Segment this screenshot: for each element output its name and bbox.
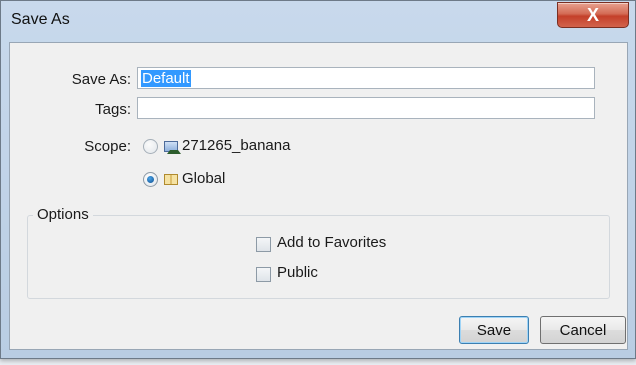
scope-radio-project[interactable] [143, 139, 158, 154]
public-checkbox[interactable] [256, 267, 271, 282]
scope-option-project-label: 271265_banana [182, 137, 291, 154]
scope-option-global-label: Global [182, 170, 226, 187]
save-as-label: Save As: [71, 71, 131, 88]
title-bar[interactable]: Save As X [1, 1, 635, 35]
close-icon: X [586, 4, 599, 25]
add-to-favorites-checkbox[interactable] [256, 237, 271, 252]
cancel-button[interactable]: Cancel [540, 316, 626, 344]
tags-input[interactable] [138, 98, 594, 118]
dialog-title: Save As [11, 11, 70, 28]
image-icon [164, 141, 181, 154]
scope-radio-global[interactable] [143, 172, 158, 187]
book-icon [164, 174, 178, 185]
options-group [27, 215, 610, 299]
save-as-dialog: Save As X Save As: Default Tags: Scope: … [0, 0, 636, 359]
options-legend: Options [33, 206, 93, 223]
save-as-field[interactable]: Default [137, 67, 595, 89]
tags-label: Tags: [95, 101, 131, 118]
tags-field[interactable] [137, 97, 595, 119]
close-button[interactable]: X [557, 2, 629, 28]
save-button[interactable]: Save [459, 316, 529, 344]
public-label: Public [277, 264, 318, 281]
add-to-favorites-label: Add to Favorites [277, 234, 387, 251]
scope-label: Scope: [84, 138, 131, 155]
save-as-value: Default [141, 70, 191, 87]
